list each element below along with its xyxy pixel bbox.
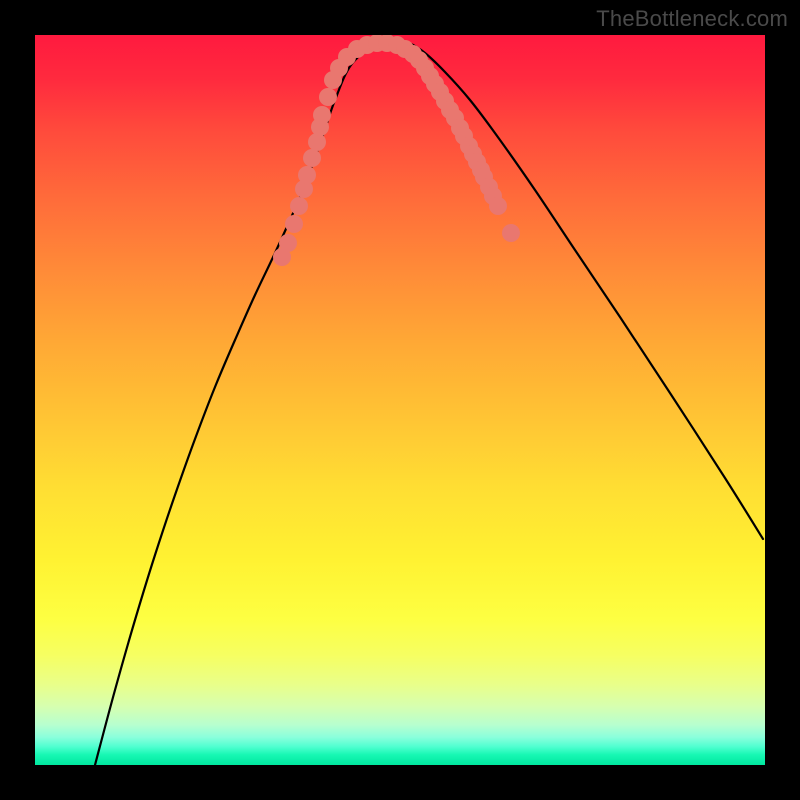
bottleneck-curve: [95, 41, 763, 765]
curve-marker: [303, 149, 321, 167]
curve-marker: [502, 224, 520, 242]
curve-marker: [308, 133, 326, 151]
curve-marker: [298, 166, 316, 184]
plot-area: [35, 35, 765, 765]
curve-marker: [489, 197, 507, 215]
curve-marker: [313, 106, 331, 124]
marker-group: [273, 35, 520, 266]
curve-layer: [35, 35, 765, 765]
curve-marker: [319, 88, 337, 106]
watermark-text: TheBottleneck.com: [596, 6, 788, 32]
curve-marker: [279, 234, 297, 252]
curve-marker: [290, 197, 308, 215]
chart-frame: TheBottleneck.com: [0, 0, 800, 800]
curve-marker: [285, 215, 303, 233]
